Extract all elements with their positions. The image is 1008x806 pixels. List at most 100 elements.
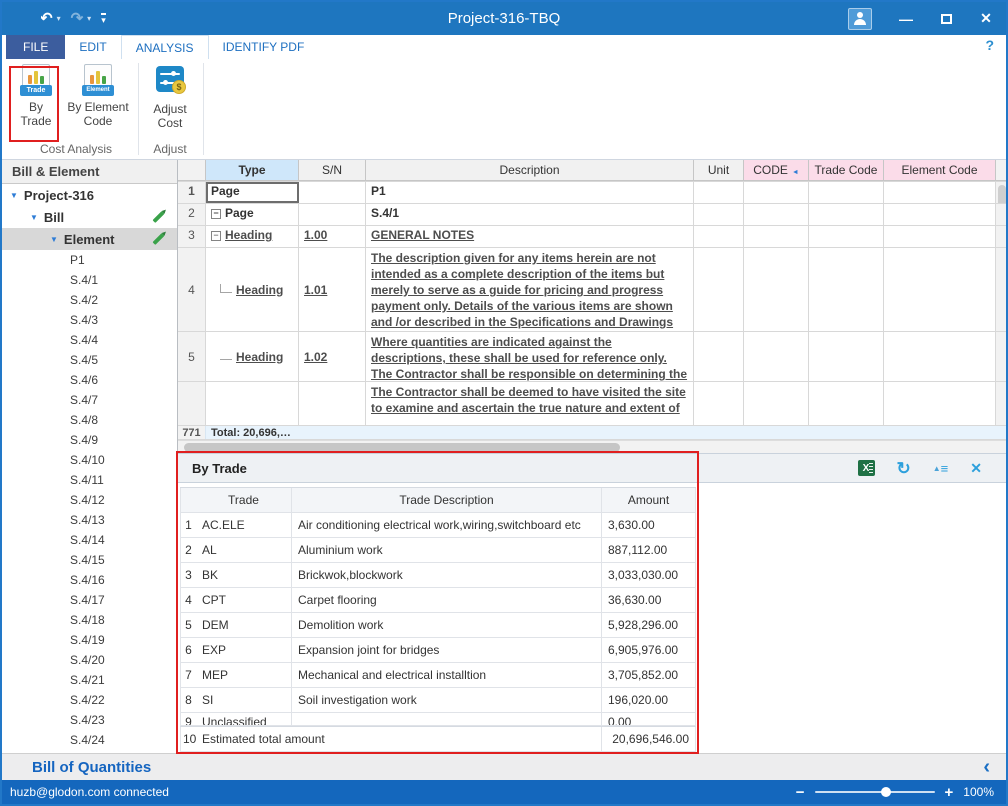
tree-leaf[interactable]: S.4/4	[2, 330, 177, 350]
vertical-scrollbar[interactable]	[996, 160, 1006, 181]
tree-leaf[interactable]: S.4/12	[2, 490, 177, 510]
bill-element-sidebar: Bill & Element ▼ Project-316 ▼ Bill ▼ El…	[2, 160, 178, 748]
close-button[interactable]: ✕	[966, 2, 1006, 35]
customize-toolbar-icon[interactable]: ▾	[101, 13, 106, 25]
tree-leaf[interactable]: S.4/24	[2, 730, 177, 750]
table-row[interactable]: 7 MEP Mechanical and electrical installt…	[180, 663, 696, 688]
tree-leaf[interactable]: S.4/9	[2, 430, 177, 450]
by-trade-button[interactable]: Trade ByTrade	[7, 64, 65, 128]
tree-node-element[interactable]: ▼ Element	[2, 228, 177, 250]
tree-leaf[interactable]: S.4/22	[2, 690, 177, 710]
table-row[interactable]: 5 DEM Demolition work 5,928,296.00	[180, 613, 696, 638]
zoom-in-button[interactable]: +	[945, 784, 954, 801]
panel-close-icon[interactable]: ✕	[970, 461, 982, 475]
column-header-trade-description[interactable]: Trade Description	[292, 488, 602, 512]
tree-expand-icon[interactable]: ▼	[50, 235, 58, 244]
undo-icon[interactable]: ↶	[40, 11, 53, 26]
column-header-element-code[interactable]: Element Code	[884, 160, 996, 181]
tree-expand-icon[interactable]: ▼	[30, 213, 38, 222]
tree-node-bill[interactable]: ▼ Bill	[2, 206, 177, 228]
column-header-trade-code[interactable]: Trade Code	[809, 160, 884, 181]
zoom-slider[interactable]	[815, 791, 935, 793]
table-row[interactable]: 4 Heading 1.01 The description given for…	[178, 248, 1006, 332]
tab-identify-pdf[interactable]: IDENTIFY PDF	[209, 35, 319, 59]
collapse-icon[interactable]: −	[211, 231, 221, 241]
tree-leaf[interactable]: S.4/11	[2, 470, 177, 490]
zoom-out-button[interactable]: −	[796, 784, 805, 801]
tree-connector	[220, 351, 232, 360]
table-row[interactable]: 2 −Page S.4/1	[178, 204, 1006, 226]
tree-leaf[interactable]: S.4/15	[2, 550, 177, 570]
collapse-icon[interactable]: −	[211, 209, 221, 219]
table-row[interactable]: 3 −Heading 1.00 GENERAL NOTES	[178, 226, 1006, 248]
column-header-code[interactable]: CODE◄	[744, 160, 809, 181]
tree-leaf[interactable]: S.4/5	[2, 350, 177, 370]
adjust-cost-button[interactable]: $ AdjustCost	[141, 64, 199, 130]
boq-table-header: Type S/N Description Unit CODE◄ Trade Co…	[178, 160, 1006, 182]
column-header-sn[interactable]: S/N	[299, 160, 366, 181]
tree-expand-icon[interactable]: ▼	[10, 191, 18, 200]
horizontal-scrollbar[interactable]	[178, 440, 1006, 453]
table-row[interactable]: 1 AC.ELE Air conditioning electrical wor…	[180, 513, 696, 538]
table-row[interactable]: 2 AL Aluminium work 887,112.00	[180, 538, 696, 563]
table-row[interactable]: 5 Heading 1.02 Where quantities are indi…	[178, 332, 1006, 382]
collapse-chevron-icon[interactable]: ‹	[983, 757, 1006, 777]
undo-dropdown-icon[interactable]: ▾	[57, 14, 61, 23]
tree-leaf[interactable]: S.4/3	[2, 310, 177, 330]
by-element-code-button[interactable]: Element By ElementCode	[66, 64, 130, 128]
dollar-icon: $	[172, 80, 186, 94]
tree-leaf[interactable]: S.4/14	[2, 530, 177, 550]
table-row[interactable]: 3 BK Brickwok,blockwork 3,033,030.00	[180, 563, 696, 588]
sort-icon[interactable]: ▲≡	[933, 461, 949, 476]
bill-of-quantities-title: Bill of Quantities	[2, 759, 151, 776]
tree-leaf[interactable]: S.4/16	[2, 570, 177, 590]
tree-leaf[interactable]: S.4/1	[2, 270, 177, 290]
scrollbar-thumb[interactable]	[184, 443, 620, 452]
tab-file[interactable]: FILE	[6, 35, 65, 59]
tree-leaf[interactable]: S.4/6	[2, 370, 177, 390]
tree-leaf[interactable]: S.4/19	[2, 630, 177, 650]
tree-leaf[interactable]: S.4/7	[2, 390, 177, 410]
zoom-slider-handle[interactable]	[881, 787, 891, 797]
edit-pencil-icon[interactable]	[152, 211, 164, 223]
edit-pencil-icon[interactable]	[152, 233, 164, 245]
tree-leaf[interactable]: S.4/20	[2, 650, 177, 670]
help-button[interactable]: ?	[985, 37, 994, 53]
refresh-icon[interactable]: ↻	[897, 460, 911, 477]
table-row[interactable]: 8 SI Soil investigation work 196,020.00	[180, 688, 696, 713]
tab-analysis[interactable]: ANALYSIS	[121, 35, 209, 59]
tree-leaf[interactable]: S.4/13	[2, 510, 177, 530]
minimize-button[interactable]: —	[886, 2, 926, 35]
export-excel-icon[interactable]: X	[858, 460, 875, 476]
table-row[interactable]: The Contractor shall be deemed to have v…	[178, 382, 1006, 426]
tree-leaf[interactable]: S.4/2	[2, 290, 177, 310]
redo-icon: ↷	[71, 11, 84, 26]
table-row[interactable]: 1 Page P1	[178, 182, 1006, 204]
table-row[interactable]: 6 EXP Expansion joint for bridges 6,905,…	[180, 638, 696, 663]
tree-leaf[interactable]: S.4/23	[2, 710, 177, 730]
selected-cell[interactable]: Page	[206, 182, 299, 203]
column-header-trade[interactable]: Trade	[196, 488, 292, 512]
tree-leaf-p1[interactable]: P1	[2, 250, 177, 270]
tab-edit[interactable]: EDIT	[65, 35, 120, 59]
tree-leaf[interactable]: S.4/21	[2, 670, 177, 690]
table-row[interactable]: 4 CPT Carpet flooring 36,630.00	[180, 588, 696, 613]
quick-access-toolbar: ↶ ▾ ↷ ▾ ▾	[2, 11, 106, 26]
panel-title: By Trade	[192, 461, 247, 476]
ribbon-tabs: FILE EDIT ANALYSIS IDENTIFY PDF ?	[2, 35, 1006, 59]
column-header-unit[interactable]: Unit	[694, 160, 744, 181]
tree-leaf[interactable]: S.4/18	[2, 610, 177, 630]
app-window: ↶ ▾ ↷ ▾ ▾ Project-316-TBQ — ✕ FILE EDIT …	[0, 0, 1008, 806]
column-header-description[interactable]: Description	[366, 160, 694, 181]
scrollbar-thumb[interactable]	[998, 185, 1006, 203]
tree-leaf[interactable]: S.4/10	[2, 450, 177, 470]
filter-icon[interactable]: ◄	[792, 169, 799, 176]
tree-leaf[interactable]: S.4/17	[2, 590, 177, 610]
table-row-clipped[interactable]: 9 Unclassified 0.00	[180, 713, 696, 726]
column-header-amount[interactable]: Amount	[602, 488, 696, 512]
tree-node-project[interactable]: ▼ Project-316	[2, 184, 177, 206]
column-header-type[interactable]: Type	[206, 160, 299, 181]
tree-leaf[interactable]: S.4/8	[2, 410, 177, 430]
user-account-button[interactable]	[848, 8, 872, 30]
maximize-button[interactable]	[926, 2, 966, 35]
